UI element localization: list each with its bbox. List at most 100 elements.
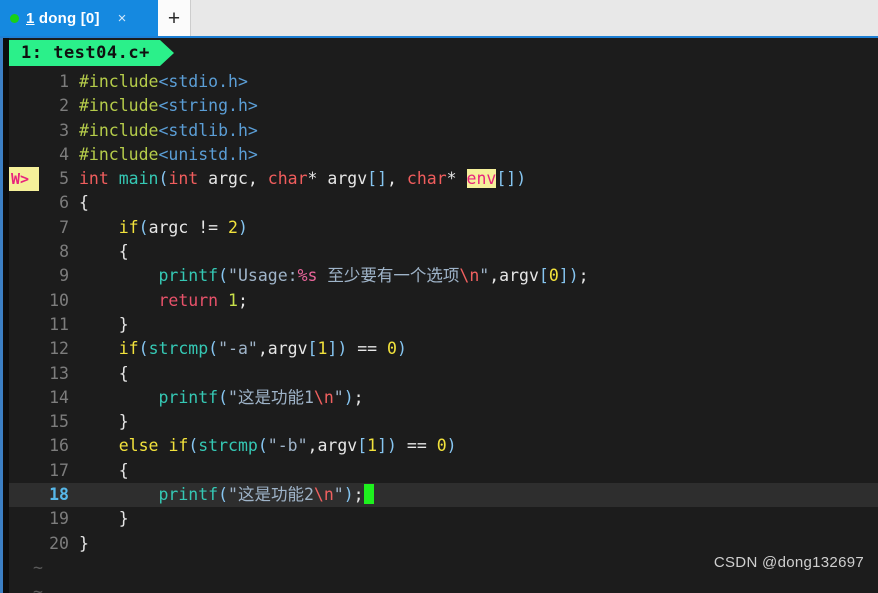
code-token: argc, (198, 169, 268, 189)
new-tab-button[interactable]: + (158, 0, 191, 36)
code-line[interactable]: 6{ (9, 191, 878, 215)
code-token: ) (237, 217, 248, 237)
line-number: 14 (49, 387, 69, 407)
code-line[interactable]: 19 } (9, 507, 878, 531)
code-token: \n (313, 387, 334, 407)
code-token: "-b" (267, 436, 308, 456)
code-token: ] (377, 436, 388, 456)
code-token: <stdlib.h> (158, 120, 258, 140)
line-content: else if(strcmp("-b",argv[1]) == 0) (79, 434, 878, 458)
code-line[interactable]: 14 printf("这是功能1\n"); (9, 386, 878, 410)
terminal-tab-bar: 1 dong [0] × + (0, 0, 878, 38)
line-number: 15 (49, 412, 69, 432)
code-token: ] (558, 266, 569, 286)
code-line[interactable]: 1 #include<stdio.h> (9, 70, 878, 94)
code-token: ) (387, 436, 397, 456)
code-token: , (257, 339, 268, 359)
code-line[interactable]: 18 printf("这是功能2\n"); (9, 483, 878, 508)
code-token: [] (496, 169, 517, 189)
code-token: " (333, 387, 344, 407)
code-token: ; (353, 387, 364, 407)
code-token: , (489, 266, 500, 286)
code-token: { (79, 193, 89, 213)
code-line[interactable]: 10 return 1; (9, 289, 878, 313)
code-token: { (79, 363, 129, 383)
code-line[interactable]: 8 { (9, 240, 878, 264)
code-line[interactable]: 7 if(argc != 2) (9, 216, 878, 240)
line-number: 4 (59, 144, 69, 164)
vim-buffer-tabline: 1: test04.c+ (9, 40, 878, 66)
code-line[interactable]: 13 { (9, 362, 878, 386)
code-line[interactable]: W> 5 int main(int argc, char* argv[], char… (9, 167, 878, 192)
line-content: { (79, 240, 878, 264)
line-content: } (79, 410, 878, 434)
code-line[interactable]: 12 if(strcmp("-a",argv[1]) == 0) (9, 337, 878, 361)
code-token: " (333, 485, 344, 505)
code-area[interactable]: 1 #include<stdio.h> 2 #include<string.h> 3 #i… (9, 66, 878, 556)
line-number: 3 (59, 120, 69, 140)
code-token: , (387, 169, 407, 189)
code-token: ( (188, 436, 199, 456)
code-token: argv (317, 436, 358, 456)
code-token: ) (343, 387, 354, 407)
line-content: } (79, 532, 878, 556)
code-token: == (347, 339, 388, 359)
line-content: #include<string.h> (79, 94, 878, 118)
terminal-tab-dong[interactable]: 1 dong [0] × (0, 0, 158, 36)
code-token: ] (327, 339, 338, 359)
code-token: argv (499, 266, 539, 286)
code-token: 0 (436, 436, 447, 456)
line-number: 11 (49, 314, 69, 334)
code-line[interactable]: 11 } (9, 313, 878, 337)
code-token: ; (353, 485, 364, 505)
code-token: ( (158, 169, 169, 189)
code-token: ( (257, 436, 268, 456)
code-line[interactable]: 15 } (9, 410, 878, 434)
code-token: char (406, 169, 447, 189)
code-line[interactable]: 17 { (9, 459, 878, 483)
code-token: , (307, 436, 318, 456)
watermark: CSDN @dong132697 (713, 554, 864, 571)
terminal-tab-index: 1 (26, 9, 35, 27)
code-line[interactable]: 16 else if(strcmp("-b",argv[1]) == 0) (9, 434, 878, 458)
code-line[interactable]: 4 #include<unistd.h> (9, 143, 878, 167)
code-token: <stdio.h> (158, 72, 248, 91)
code-line[interactable]: 2 #include<string.h> (9, 94, 878, 118)
code-line[interactable]: 3 #include<stdlib.h> (9, 119, 878, 143)
buffer-tab-test04[interactable]: 1: test04.c+ (9, 40, 160, 66)
code-token: <string.h> (158, 96, 258, 116)
close-icon[interactable]: × (113, 11, 132, 26)
code-token: ) (446, 436, 457, 456)
code-token: main (118, 169, 159, 189)
code-token: argv (267, 339, 308, 359)
terminal-window: 1: test04.c+ 1 #include<stdio.h> 2 #include… (0, 38, 878, 593)
code-token: #include (79, 96, 159, 116)
code-token: 2 (228, 217, 238, 237)
code-token: else (118, 436, 159, 456)
code-token: } (79, 412, 129, 432)
terminal-tab-label: 1 dong [0] (26, 10, 100, 27)
code-token: ( (138, 339, 149, 359)
code-token: ( (218, 485, 229, 505)
code-line[interactable]: 20} (9, 532, 878, 556)
code-line[interactable]: 9 printf("Usage:%s 至少要有一个选项\n",argv[0]); (9, 264, 878, 288)
code-token: { (79, 242, 129, 262)
line-number: 5 (59, 169, 69, 189)
line-number: 2 (59, 96, 69, 116)
code-token: ( (208, 339, 219, 359)
line-number: 16 (49, 436, 69, 456)
line-number: 8 (59, 242, 69, 262)
tab-bar-empty-area (191, 0, 878, 36)
code-token: "Usage: (228, 266, 298, 286)
code-token: * (446, 169, 467, 189)
code-token: if (168, 436, 189, 456)
line-content: } (79, 313, 878, 337)
code-token: 1 (317, 339, 328, 359)
code-token: char (267, 169, 308, 189)
